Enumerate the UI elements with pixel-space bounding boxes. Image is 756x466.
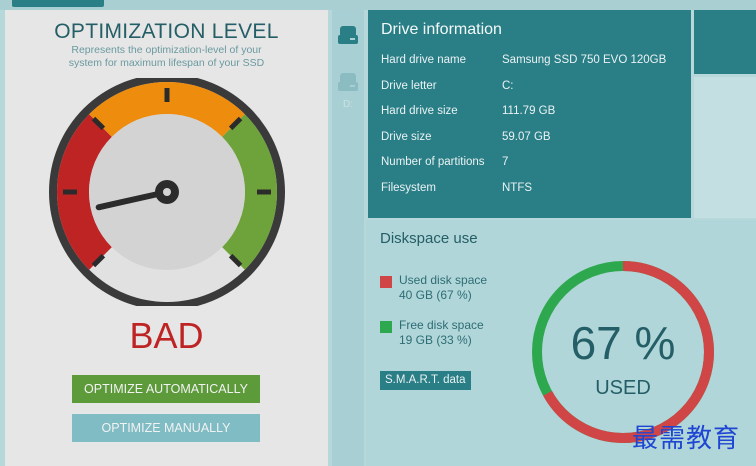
donut-used-label: USED bbox=[595, 377, 651, 399]
drive-information-title: Drive information bbox=[381, 21, 502, 38]
info-value: C: bbox=[502, 80, 514, 92]
info-row: Filesystem NTFS bbox=[381, 182, 681, 198]
used-swatch bbox=[380, 276, 392, 288]
drive-selector: C: D: bbox=[332, 10, 364, 466]
info-row: Drive size 59.07 GB bbox=[381, 131, 681, 147]
info-label: Number of partitions bbox=[381, 156, 485, 168]
optimization-title: OPTIMIZATION LEVEL bbox=[54, 20, 279, 43]
optimization-gauge bbox=[49, 78, 285, 306]
hard-drive-icon bbox=[338, 73, 358, 91]
info-row: Hard drive size 111.79 GB bbox=[381, 105, 681, 121]
smart-data-button[interactable]: S.M.A.R.T. data bbox=[380, 371, 471, 390]
watermark-text: 最需教育 bbox=[632, 424, 741, 454]
info-label: Filesystem bbox=[381, 182, 436, 194]
diskspace-title: Diskspace use bbox=[380, 230, 478, 247]
optimize-manually-button[interactable]: OPTIMIZE MANUALLY bbox=[72, 414, 260, 442]
top-tab-strip bbox=[0, 0, 756, 10]
info-value: 111.79 GB bbox=[502, 105, 556, 117]
info-value: Samsung SSD 750 EVO 120GB bbox=[502, 54, 667, 66]
info-value: 59.07 GB bbox=[502, 131, 551, 143]
info-value: 7 bbox=[502, 156, 509, 168]
used-value: 40 GB (67 %) bbox=[399, 288, 472, 302]
drive-c-label: C: bbox=[343, 52, 353, 63]
drive-information-panel: Drive information Hard drive name Samsun… bbox=[368, 10, 691, 218]
optimization-panel: OPTIMIZATION LEVEL Represents the optimi… bbox=[5, 10, 328, 466]
used-label: Used disk space bbox=[399, 273, 488, 287]
free-label: Free disk space bbox=[399, 318, 484, 332]
info-row: Hard drive name Samsung SSD 750 EVO 120G… bbox=[381, 54, 681, 70]
drive-c-button[interactable]: C: bbox=[336, 26, 360, 63]
info-row: Number of partitions 7 bbox=[381, 156, 681, 172]
active-tab[interactable] bbox=[12, 0, 104, 7]
free-value: 19 GB (33 %) bbox=[399, 333, 472, 347]
info-row: Drive letter C: bbox=[381, 80, 681, 96]
info-value: NTFS bbox=[502, 182, 533, 194]
info-label: Drive size bbox=[381, 131, 432, 143]
side-tile-light bbox=[694, 77, 756, 218]
free-swatch bbox=[380, 321, 392, 333]
side-tile-dark bbox=[694, 10, 756, 74]
info-label: Hard drive size bbox=[381, 105, 458, 117]
info-label: Drive letter bbox=[381, 80, 437, 92]
drive-d-label: D: bbox=[343, 99, 353, 110]
optimization-subtitle: Represents the optimization-level of you… bbox=[68, 44, 265, 69]
donut-percent-text: 67 % bbox=[571, 317, 676, 369]
drive-d-button[interactable]: D: bbox=[336, 73, 360, 110]
optimize-automatically-button[interactable]: OPTIMIZE AUTOMATICALLY bbox=[72, 375, 260, 403]
info-label: Hard drive name bbox=[381, 54, 467, 66]
gauge-hub-center bbox=[163, 188, 171, 196]
hard-drive-icon bbox=[338, 26, 358, 44]
optimization-status: BAD bbox=[129, 315, 204, 356]
